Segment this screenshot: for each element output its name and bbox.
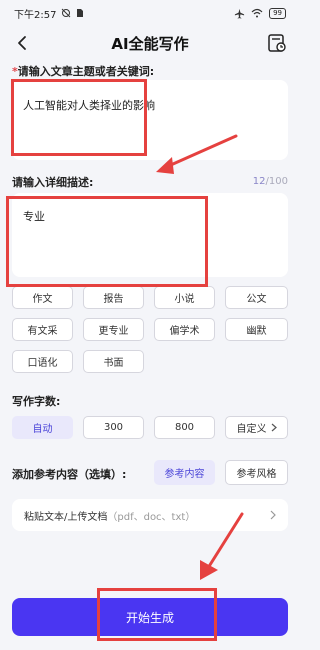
paste-upload-row[interactable]: 粘贴文本/上传文档（pdf、doc、txt） — [12, 499, 288, 531]
header: AI全能写作 — [0, 28, 300, 58]
topic-input[interactable] — [12, 80, 288, 160]
word-count-300[interactable]: 300 — [83, 416, 144, 439]
topic-label-text: 请输入文章主题或者关键词: — [17, 65, 155, 78]
tag-chip-3[interactable]: 公文 — [225, 286, 288, 309]
reference-style-button[interactable]: 参考风格 — [225, 460, 288, 485]
tag-chip-5[interactable]: 更专业 — [83, 318, 144, 341]
tag-chip-6[interactable]: 偏学术 — [154, 318, 215, 341]
page-title: AI全能写作 — [111, 34, 189, 53]
reference-content-button[interactable]: 参考内容 — [154, 460, 215, 485]
tag-chip-7[interactable]: 幽默 — [225, 318, 288, 341]
wifi-icon — [251, 8, 263, 18]
tag-chip-4[interactable]: 有文采 — [12, 318, 73, 341]
start-generate-label: 开始生成 — [125, 610, 174, 625]
start-generate-button[interactable]: 开始生成 — [12, 598, 288, 636]
tag-chip-0[interactable]: 作文 — [12, 286, 73, 309]
status-right: 99 — [234, 7, 286, 19]
status-bar: 下午2:57 99 — [0, 0, 300, 26]
paste-upload-hint: （pdf、doc、txt） — [107, 511, 196, 523]
chevron-right-icon — [270, 510, 276, 520]
detail-input-value: 专业 — [23, 210, 45, 223]
airplane-icon — [234, 8, 245, 19]
word-count-auto[interactable]: 自动 — [12, 416, 73, 439]
status-left: 下午2:57 — [14, 6, 84, 21]
tag-chip-1[interactable]: 报告 — [83, 286, 144, 309]
sim-card-icon — [77, 9, 84, 17]
paste-upload-text: 粘贴文本/上传文档（pdf、doc、txt） — [24, 508, 195, 523]
detail-counter: 12/100 — [253, 176, 288, 187]
history-icon[interactable] — [266, 32, 288, 54]
word-count-custom-label: 自定义 — [236, 424, 267, 435]
paste-upload-label: 粘贴文本/上传文档 — [24, 511, 108, 523]
topic-label: *请输入文章主题或者关键词: — [12, 63, 154, 79]
tag-chip-8[interactable]: 口语化 — [12, 350, 73, 373]
tag-chip-9[interactable]: 书面 — [83, 350, 144, 373]
detail-counter-total: /100 — [265, 176, 288, 187]
tag-chip-2[interactable]: 小说 — [154, 286, 215, 309]
status-time: 下午2:57 — [14, 9, 57, 21]
reference-label: 添加参考内容（选填）: — [12, 468, 127, 481]
sync-off-icon — [62, 8, 71, 18]
topic-input-value: 人工智能对人类择业的影响 — [23, 99, 155, 112]
detail-label: 请输入详细描述: — [12, 176, 94, 189]
chevron-right-icon — [271, 423, 277, 432]
detail-input[interactable] — [12, 193, 288, 277]
back-arrow-icon[interactable] — [12, 32, 34, 54]
battery-icon: 99 — [269, 7, 286, 19]
word-count-label: 写作字数: — [12, 395, 61, 408]
detail-counter-current: 12 — [252, 176, 266, 187]
word-count-800[interactable]: 800 — [154, 416, 215, 439]
word-count-custom[interactable]: 自定义 — [225, 416, 288, 439]
